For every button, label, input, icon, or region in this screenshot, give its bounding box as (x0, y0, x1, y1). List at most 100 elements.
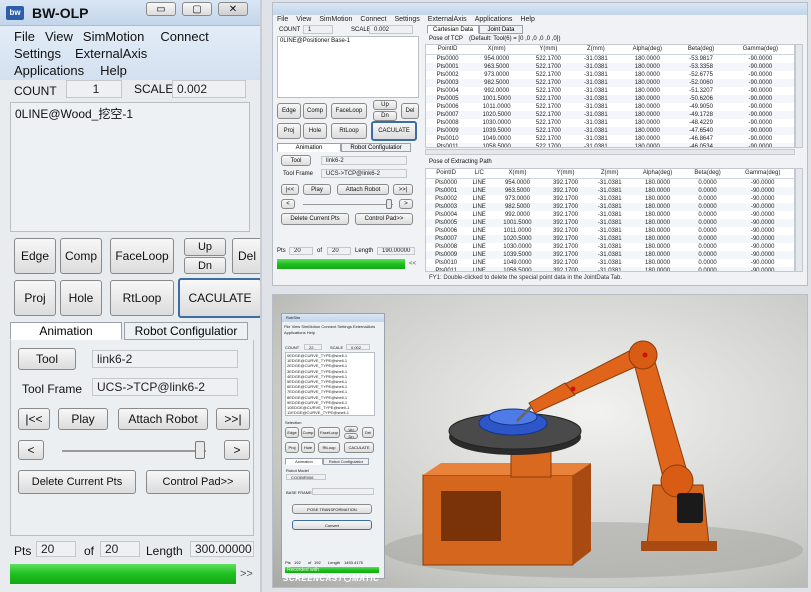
playback-slider-thumb[interactable] (195, 441, 206, 459)
nested-del-button[interactable]: Del (362, 427, 374, 438)
expand-button[interactable]: >> (240, 568, 253, 580)
path-table-row[interactable]: Pts0005 LINE 1001.5000 392.1700 -31.0381 180.… (426, 218, 794, 227)
nested-comp-button[interactable]: Comp (301, 427, 315, 438)
nested-count-field[interactable]: 22 (304, 344, 322, 350)
nested-list-item[interactable]: 11EDGE@CURVE_TYPE@shell-1 (287, 410, 374, 415)
cart-column-header[interactable]: Gamma(deg) (726, 45, 794, 55)
tr-edge-button[interactable]: Edge (277, 103, 301, 119)
menu-settings[interactable]: Settings (14, 46, 61, 61)
dn-button[interactable]: Dn (184, 257, 226, 274)
cart-table-row[interactable]: Pts0004 992.0000 522.1700 -31.0381 180.0000 -… (426, 87, 794, 95)
nested-menu-help[interactable]: Help (307, 330, 315, 335)
tr-play-button[interactable]: Play (303, 184, 331, 195)
step-forward-button[interactable]: > (224, 440, 250, 460)
nested-base-frame-field[interactable] (312, 488, 374, 495)
path-column-header[interactable]: Z(mm) (588, 169, 632, 179)
menu-view[interactable]: View (45, 29, 73, 44)
tr-tab-robot-configuration[interactable]: Robot Configulatior (341, 143, 411, 152)
nested-proj-button[interactable]: Proj (285, 442, 299, 453)
tr-attach-robot-button[interactable]: Attach Robot (337, 184, 389, 195)
play-button[interactable]: Play (58, 408, 108, 430)
tr-scale-field[interactable]: 0.002 (369, 25, 413, 34)
cart-column-header[interactable]: Z(mm) (572, 45, 620, 55)
path-table-row[interactable]: Pts0006 LINE 1011.0000 392.1700 -31.0381 180.… (426, 227, 794, 235)
tr-menu-file[interactable]: File (277, 16, 288, 23)
nested-caculate-button[interactable]: CACULATE (344, 442, 374, 453)
nested-menu-simmotion[interactable]: SimMotion (301, 324, 320, 329)
tr-collapse-button[interactable]: << (409, 261, 416, 267)
cart-column-header[interactable]: PointID (426, 45, 470, 55)
minimize-button[interactable]: ▭ (146, 2, 176, 16)
tr-path-table[interactable]: PointID L/C X(mm) Y(mm) Z(mm) Alpha(deg) Beta(… (425, 168, 795, 272)
path-table-row[interactable]: Pts0003 LINE 982.5000 392.1700 -31.0381 180.0… (426, 202, 794, 211)
edge-button[interactable]: Edge (14, 238, 56, 274)
tr-count-field[interactable]: 1 (303, 25, 333, 34)
path-column-header[interactable]: X(mm) (492, 169, 543, 179)
path-table-row[interactable]: Pts0011 LINE 1058.5000 392.1700 -31.0381 180.… (426, 266, 794, 271)
tab-robot-configuration[interactable]: Robot Configulatior (124, 322, 248, 340)
step-back-button[interactable]: < (18, 440, 44, 460)
tr-last-button[interactable]: >>| (393, 184, 413, 195)
tr-menu-applications[interactable]: Applications (475, 16, 513, 23)
tr-cartesian-hscrollbar[interactable] (425, 149, 795, 155)
comp-button[interactable]: Comp (60, 238, 102, 274)
nested-menu-externalaxis[interactable]: ExternalAxis (353, 324, 375, 329)
nested-dn-button[interactable]: Dn (344, 433, 358, 439)
tr-playback-slider-thumb[interactable] (386, 199, 393, 209)
entity-list[interactable]: 0LINE@Wood_挖空-1 (10, 102, 250, 232)
menu-connect[interactable]: Connect (160, 29, 208, 44)
menu-externalaxis[interactable]: ExternalAxis (75, 46, 147, 61)
first-button[interactable]: |<< (18, 408, 50, 430)
nested-scale-field[interactable]: 0.002 (346, 344, 370, 350)
nested-menu-view[interactable]: View (292, 324, 301, 329)
tr-tool-button[interactable]: Tool (281, 155, 311, 166)
proj-button[interactable]: Proj (14, 280, 56, 316)
tr-menu-connect[interactable]: Connect (360, 16, 386, 23)
nested-menu-connect[interactable]: Connect (321, 324, 336, 329)
tr-playback-slider-track[interactable] (303, 204, 393, 205)
path-table-row[interactable]: Pts0000 LINE 954.0000 392.1700 -31.0381 180.0… (426, 178, 794, 187)
cart-table-row[interactable]: Pts0009 1039.5000 522.1700 -31.0381 180.0000… (426, 126, 794, 135)
path-column-header[interactable]: Gamma(deg) (731, 169, 794, 179)
cart-table-row[interactable]: Pts0002 973.0000 522.1700 -31.0381 180.0000 -… (426, 71, 794, 79)
cart-table-row[interactable]: Pts0007 1020.5000 522.1700 -31.0381 180.0000… (426, 110, 794, 119)
tr-tab-cartesian-data[interactable]: Cartesian Data (427, 25, 479, 34)
attach-robot-button[interactable]: Attach Robot (118, 408, 208, 430)
tr-tab-animation[interactable]: Animation (277, 143, 341, 152)
delete-current-pts-button[interactable]: Delete Current Pts (18, 470, 136, 494)
menu-file[interactable]: File (14, 29, 35, 44)
cart-table-row[interactable]: Pts0005 1001.5000 522.1700 -31.0381 180.0000… (426, 94, 794, 103)
cart-column-header[interactable]: X(mm) (469, 45, 525, 55)
tr-cartesian-table[interactable]: PointID X(mm) Y(mm) Z(mm) Alpha(deg) Beta(deg… (425, 44, 795, 148)
faceloop-button[interactable]: FaceLoop (110, 238, 174, 274)
tr-cartesian-scrollbar[interactable] (795, 44, 803, 148)
path-table-row[interactable]: Pts0007 LINE 1020.5000 392.1700 -31.0381 180.… (426, 234, 794, 243)
last-button[interactable]: >>| (216, 408, 250, 430)
path-table-row[interactable]: Pts0001 LINE 963.5000 392.1700 -31.0381 180.0… (426, 186, 794, 195)
cart-table-row[interactable]: Pts0010 1049.0000 522.1700 -31.0381 180.0000… (426, 135, 794, 143)
menu-simmotion[interactable]: SimMotion (83, 29, 144, 44)
tr-proj-button[interactable]: Proj (277, 123, 301, 139)
tr-menu-help[interactable]: Help (520, 16, 534, 23)
tr-caculate-button[interactable]: CACULATE (371, 121, 417, 141)
menu-help[interactable]: Help (100, 63, 127, 78)
tr-menu-view[interactable]: View (296, 16, 311, 23)
nested-up-button[interactable]: Up (344, 426, 358, 432)
tr-path-scrollbar[interactable] (795, 168, 803, 272)
tr-up-button[interactable]: Up (373, 100, 397, 110)
path-column-header[interactable]: Y(mm) (542, 169, 589, 179)
path-table-row[interactable]: Pts0009 LINE 1039.5000 392.1700 -31.0381 180.… (426, 250, 794, 259)
nested-rtloop-button[interactable]: RtLoop (318, 442, 340, 453)
nested-entity-list[interactable]: 0EDGE@CURVE_TYPE@shell-1 1EDGE@CURVE_TYPE… (285, 352, 375, 416)
nested-faceloop-button[interactable]: FaceLoop (318, 427, 340, 438)
tr-faceloop-button[interactable]: FaceLoop (331, 103, 367, 119)
cart-column-header[interactable]: Alpha(deg) (619, 45, 676, 55)
tr-rtloop-button[interactable]: RtLoop (331, 123, 367, 139)
control-pad-button[interactable]: Control Pad>> (146, 470, 250, 494)
scale-field[interactable]: 0.002 (172, 80, 246, 98)
rtloop-button[interactable]: RtLoop (110, 280, 174, 316)
nested-hole-button[interactable]: Hole (301, 442, 315, 453)
path-column-header[interactable]: L/C (466, 169, 492, 179)
menu-applications[interactable]: Applications (14, 63, 84, 78)
nested-menu-settings[interactable]: Settings (337, 324, 351, 329)
